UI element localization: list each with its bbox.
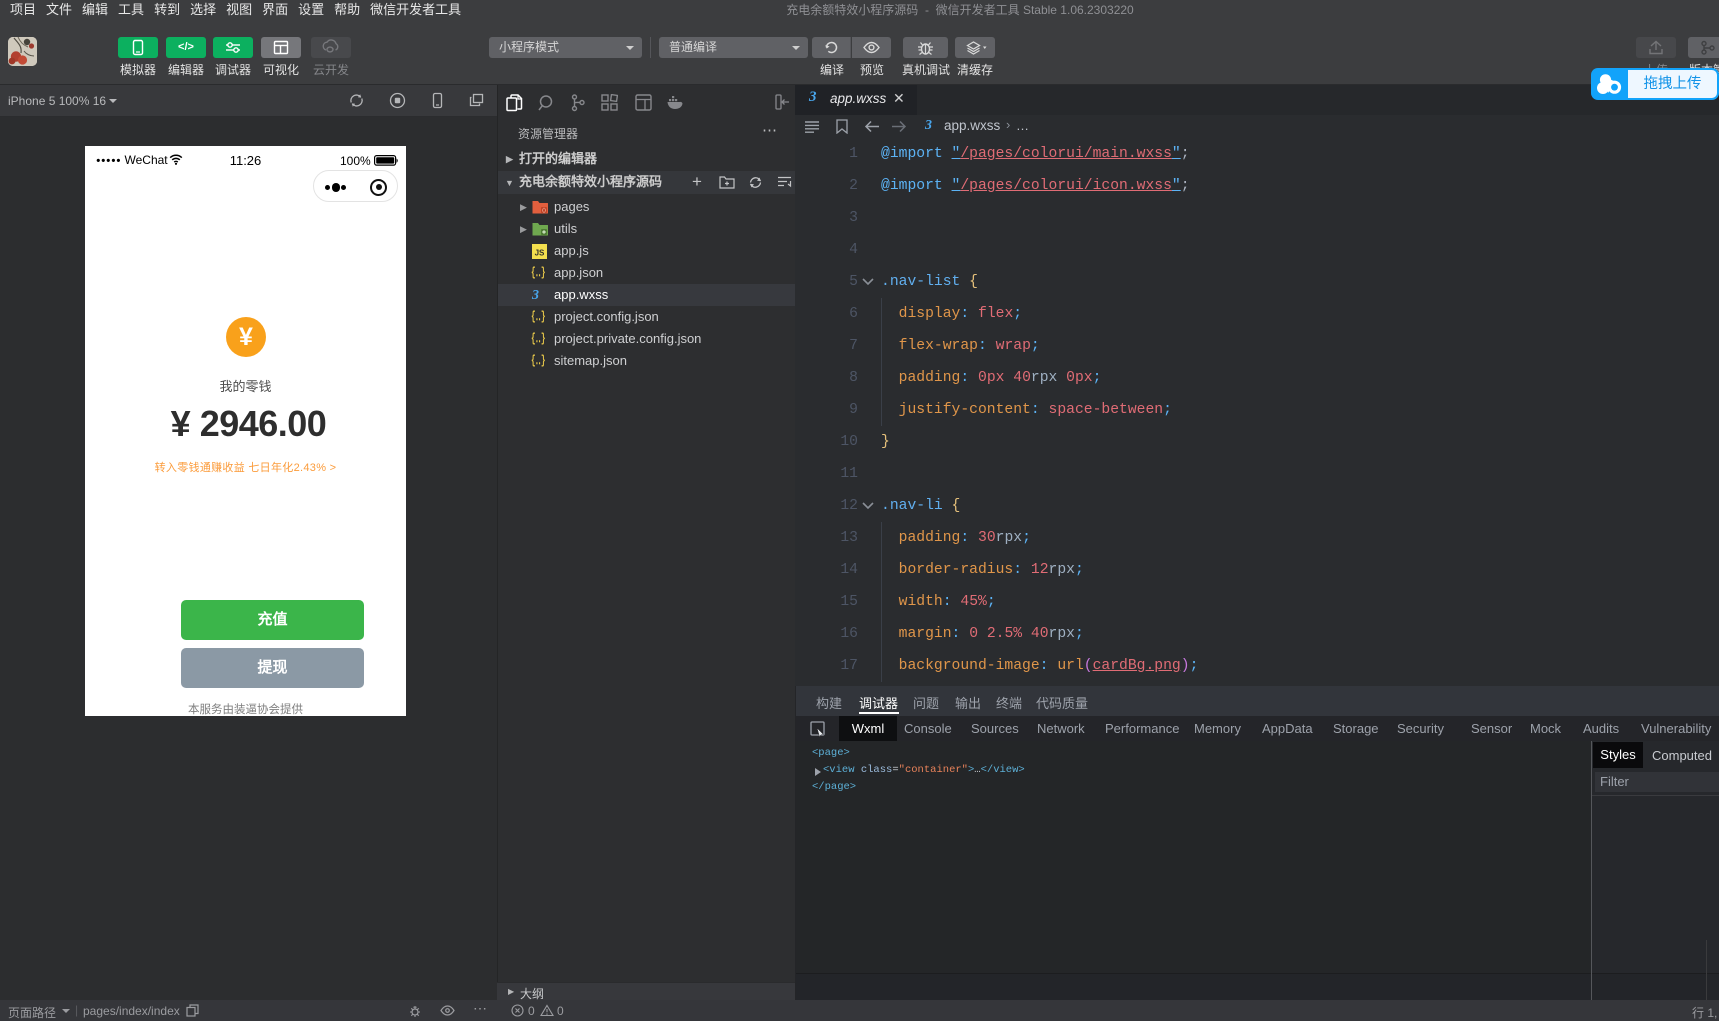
svg-text:⟨⟩: ⟨⟩ (542, 207, 546, 214)
svg-text:JS: JS (535, 249, 545, 258)
